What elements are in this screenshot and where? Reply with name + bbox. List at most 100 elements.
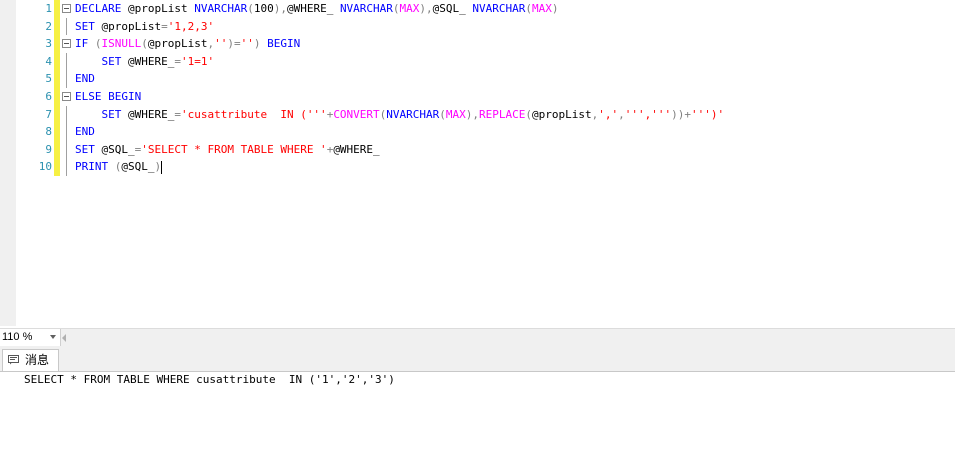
code-token: ''	[240, 37, 254, 51]
code-text: DECLARE @propList NVARCHAR(100),@WHERE_ …	[75, 0, 559, 18]
scroll-left-icon[interactable]	[62, 334, 66, 342]
line-number: 2	[45, 19, 52, 33]
code-token: NVARCHAR	[386, 107, 440, 121]
chevron-down-icon	[50, 335, 56, 339]
change-marker	[54, 123, 60, 141]
code-token: NVARCHAR	[339, 2, 393, 15]
code-token: REPLACE	[479, 107, 526, 121]
code-token: ','	[598, 107, 619, 121]
change-marker	[54, 0, 60, 18]
code-token: @WHERE_	[333, 142, 380, 156]
code-token: @SQL_	[432, 2, 473, 15]
query-editor[interactable]: 1 DECLARE @propList NVARCHAR(100),@WHERE_…	[0, 0, 955, 326]
line-number: 3	[45, 37, 52, 51]
code-token: )	[551, 2, 559, 15]
code-token: SET	[101, 54, 128, 68]
tab-messages-label: 消息	[25, 353, 50, 367]
message-icon	[8, 355, 19, 365]
code-text: SET @WHERE_='cusattribute IN ('''+CONVER…	[75, 106, 725, 124]
results-tab-strip: 消息	[0, 347, 955, 372]
code-text: PRINT (@SQL_)	[75, 158, 163, 176]
code-token: PRINT	[75, 160, 115, 174]
line-number: 1	[45, 2, 52, 15]
code-line[interactable]: 7 SET @WHERE_='cusattribute IN ('''+CONV…	[0, 105, 955, 124]
code-line[interactable]: 8 END	[0, 123, 955, 141]
code-token: ELSE BEGIN	[75, 90, 142, 103]
code-text: SET @propList='1,2,3'	[75, 18, 214, 36]
code-token: CONVERT	[333, 107, 380, 121]
code-line[interactable]: 9 SET @SQL_='SELECT * FROM TABLE WHERE '+…	[0, 140, 955, 159]
code-token: ),	[419, 2, 433, 15]
line-number: 8	[45, 125, 52, 139]
code-token: DECLARE	[75, 2, 128, 15]
code-text: SET @WHERE_='1=1'	[75, 53, 215, 71]
code-line[interactable]: 10 PRINT (@SQL_)	[0, 158, 955, 176]
code-token: SET	[75, 19, 102, 33]
code-line[interactable]: 3 IF (ISNULL(@propList,'')='') BEGIN	[0, 35, 955, 53]
code-token: ''	[214, 37, 228, 51]
code-token: NVARCHAR	[472, 2, 526, 15]
code-token: ISNULL	[101, 37, 142, 51]
code-token: @SQL_	[101, 142, 135, 156]
change-marker	[54, 158, 60, 176]
change-marker	[54, 105, 60, 124]
change-marker	[54, 88, 60, 106]
code-line[interactable]: 1 DECLARE @propList NVARCHAR(100),@WHERE_…	[0, 0, 955, 18]
outline-guide	[66, 70, 67, 88]
collapse-icon[interactable]	[62, 39, 71, 49]
code-token: (	[392, 2, 400, 15]
code-token: ''')'	[690, 107, 725, 121]
code-line[interactable]: 5 END	[0, 70, 955, 88]
code-text: IF (ISNULL(@propList,'')='') BEGIN	[75, 35, 300, 53]
code-line[interactable]: 2 SET @propList='1,2,3'	[0, 17, 955, 36]
code-token: =	[161, 19, 168, 33]
line-number: 6	[45, 90, 52, 103]
outline-guide	[66, 123, 67, 141]
code-token: @WHERE_	[128, 107, 175, 121]
code-text: SET @SQL_='SELECT * FROM TABLE WHERE '+@…	[75, 141, 380, 159]
code-line[interactable]: 6 ELSE BEGIN	[0, 88, 955, 106]
code-token: MAX	[532, 2, 552, 15]
collapse-icon[interactable]	[62, 4, 71, 13]
code-token: ),	[273, 2, 287, 15]
line-number: 5	[45, 72, 52, 86]
code-token: @propList	[147, 37, 208, 51]
code-token: 'SELECT * FROM TABLE WHERE '	[141, 142, 327, 156]
line-number: 4	[45, 54, 52, 68]
line-number: 7	[45, 107, 52, 121]
code-token: (	[94, 37, 102, 51]
line-number: 10	[38, 160, 52, 174]
code-token: '1,2,3'	[167, 19, 215, 33]
code-text: ELSE BEGIN	[75, 88, 141, 106]
zoom-dropdown[interactable]: 110 %	[0, 329, 61, 346]
code-token: '1=1'	[180, 54, 215, 68]
tab-messages[interactable]: 消息	[2, 349, 59, 371]
code-token: SET	[101, 107, 128, 121]
collapse-icon[interactable]	[62, 92, 71, 101]
code-token: ))+	[671, 107, 691, 121]
change-marker	[54, 70, 60, 88]
zoom-level: 110 %	[2, 331, 33, 343]
code-token: IF	[75, 37, 95, 51]
outline-guide	[66, 140, 67, 159]
code-token: MAX	[399, 2, 420, 15]
code-token: @propList	[127, 2, 195, 15]
code-token: MAX	[445, 107, 466, 121]
code-token: 100	[253, 2, 274, 15]
outline-guide	[66, 158, 67, 176]
code-token: )	[154, 160, 162, 174]
code-token: ,	[618, 107, 625, 121]
code-text: END	[75, 123, 95, 141]
code-token: @propList	[532, 107, 592, 121]
line-number: 9	[45, 142, 52, 156]
code-token: =	[174, 107, 181, 121]
outline-guide	[66, 105, 67, 124]
code-token: )=	[227, 37, 241, 51]
change-marker	[54, 35, 60, 53]
messages-pane[interactable]: SELECT * FROM TABLE WHERE cusattribute I…	[0, 372, 955, 468]
code-line[interactable]: 4 SET @WHERE_='1=1'	[0, 52, 955, 71]
code-token: NVARCHAR	[194, 2, 248, 15]
outline-guide	[66, 52, 67, 71]
editor-status-bar: 110 %	[0, 328, 955, 347]
